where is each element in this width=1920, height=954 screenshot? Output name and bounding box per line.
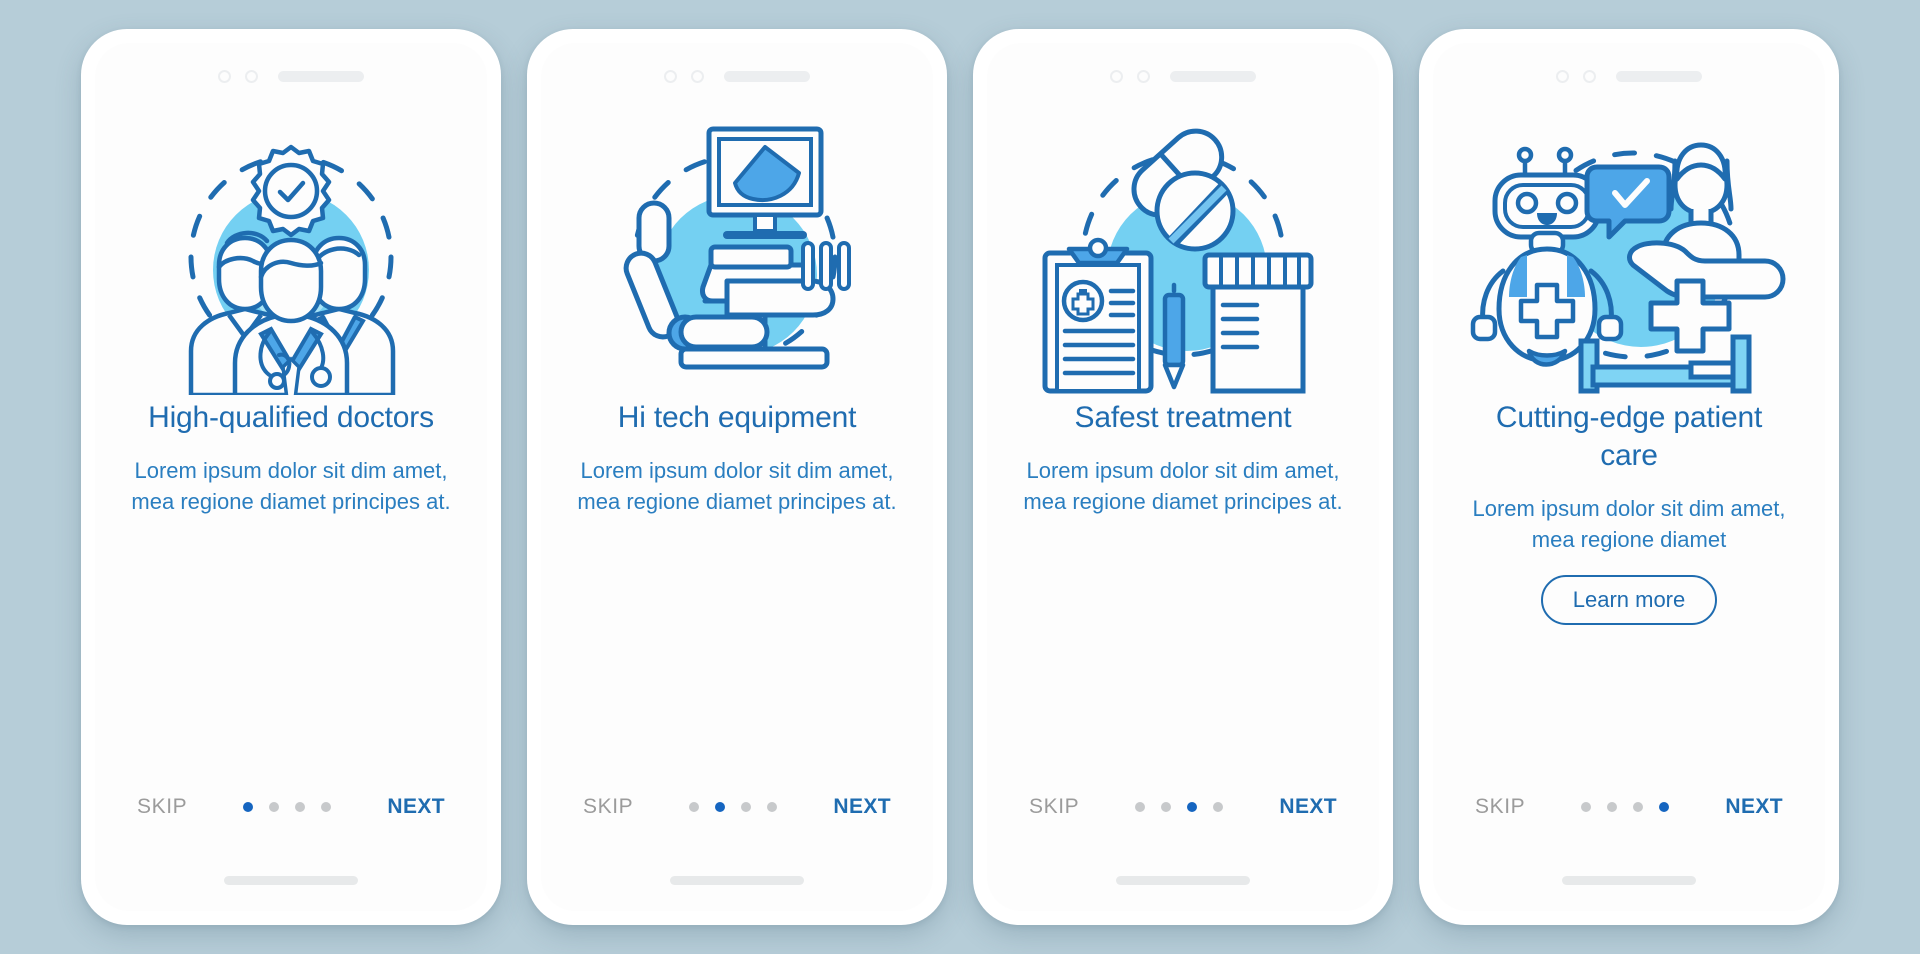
skip-button[interactable]: SKIP <box>1029 795 1079 819</box>
phone-mockup-3: Safest treatment Lorem ipsum dolor sit d… <box>973 29 1393 925</box>
text-block-4: Cutting-edge patient care Lorem ipsum do… <box>1464 399 1794 625</box>
pagination-dot-4[interactable] <box>321 802 332 812</box>
skip-button[interactable]: SKIP <box>1475 795 1525 819</box>
page-description: Lorem ipsum dolor sit dim amet, mea regi… <box>1023 458 1343 514</box>
page-title: Cutting-edge patient care <box>1495 401 1763 472</box>
pagination-dot-3[interactable] <box>741 802 752 812</box>
screen-hi-tech-equipment: Hi tech equipment Lorem ipsum dolor sit … <box>541 43 933 911</box>
page-title: High-qualified doctors <box>148 401 434 434</box>
next-button[interactable]: NEXT <box>833 795 891 819</box>
home-indicator <box>1116 876 1250 885</box>
doctors-team-badge-illustration <box>131 105 451 395</box>
page-description: Lorem ipsum dolor sit dim amet, mea regi… <box>1472 496 1786 552</box>
phone-mockup-2: Hi tech equipment Lorem ipsum dolor sit … <box>527 29 947 925</box>
onboarding-screens-stage: High-qualified doctors Lorem ipsum dolor… <box>0 0 1920 954</box>
sensor-icon <box>245 69 258 83</box>
sensor-icon <box>1583 69 1596 83</box>
page-description: Lorem ipsum dolor sit dim amet, mea regi… <box>577 458 897 514</box>
phone-notch-row <box>664 69 810 83</box>
text-block-1: High-qualified doctors Lorem ipsum dolor… <box>126 399 456 517</box>
pagination-dot-3[interactable] <box>1187 802 1198 812</box>
sensor-icon <box>1137 69 1150 83</box>
screen-cutting-edge-patient-care: Cutting-edge patient care Lorem ipsum do… <box>1433 43 1825 911</box>
home-indicator <box>670 876 804 885</box>
pagination-dot-2[interactable] <box>1161 802 1172 812</box>
pagination-dot-4[interactable] <box>1659 802 1670 812</box>
pagination-dot-3[interactable] <box>1633 802 1644 812</box>
pagination-dots <box>1581 802 1670 812</box>
home-indicator <box>224 876 358 885</box>
pills-clipboard-prescription-illustration <box>1023 105 1343 395</box>
speaker-bar <box>1616 70 1702 82</box>
phone-notch-row <box>1556 69 1702 83</box>
phone-mockup-1: High-qualified doctors Lorem ipsum dolor… <box>81 29 501 925</box>
speaker-bar <box>724 70 810 82</box>
onboarding-nav-1: SKIP NEXT <box>95 795 487 819</box>
onboarding-nav-3: SKIP NEXT <box>987 795 1379 819</box>
pagination-dot-2[interactable] <box>1607 802 1618 812</box>
robot-nurse-care-illustration <box>1469 105 1789 395</box>
speaker-bar <box>278 70 364 82</box>
page-description: Lorem ipsum dolor sit dim amet, mea regi… <box>131 458 451 514</box>
pagination-dot-1[interactable] <box>689 802 700 812</box>
pagination-dot-4[interactable] <box>767 802 778 812</box>
sensor-icon <box>691 69 704 83</box>
onboarding-nav-4: SKIP NEXT <box>1433 795 1825 819</box>
home-indicator <box>1562 876 1696 885</box>
pagination-dot-3[interactable] <box>295 802 306 812</box>
pagination-dot-1[interactable] <box>1581 802 1592 812</box>
next-button[interactable]: NEXT <box>1279 795 1337 819</box>
screen-safest-treatment: Safest treatment Lorem ipsum dolor sit d… <box>987 43 1379 911</box>
pagination-dot-2[interactable] <box>269 802 280 812</box>
phone-notch-row <box>1110 69 1256 83</box>
pagination-dot-1[interactable] <box>1135 802 1146 812</box>
phone-mockup-4: Cutting-edge patient care Lorem ipsum do… <box>1419 29 1839 925</box>
text-block-3: Safest treatment Lorem ipsum dolor sit d… <box>1018 399 1348 517</box>
page-title: Safest treatment <box>1074 401 1292 434</box>
pagination-dot-1[interactable] <box>243 802 254 812</box>
pagination-dot-4[interactable] <box>1213 802 1224 812</box>
pagination-dots <box>1135 802 1224 812</box>
next-button[interactable]: NEXT <box>1725 795 1783 819</box>
skip-button[interactable]: SKIP <box>137 795 187 819</box>
speaker-bar <box>1170 70 1256 82</box>
camera-icon <box>218 69 231 83</box>
onboarding-nav-2: SKIP NEXT <box>541 795 933 819</box>
camera-icon <box>1110 69 1123 83</box>
camera-icon <box>1556 69 1569 83</box>
next-button[interactable]: NEXT <box>387 795 445 819</box>
camera-icon <box>664 69 677 83</box>
skip-button[interactable]: SKIP <box>583 795 633 819</box>
screen-high-qualified-doctors: High-qualified doctors Lorem ipsum dolor… <box>95 43 487 911</box>
text-block-2: Hi tech equipment Lorem ipsum dolor sit … <box>572 399 902 517</box>
learn-more-button[interactable]: Learn more <box>1540 575 1718 625</box>
page-title: Hi tech equipment <box>617 401 857 434</box>
pagination-dots <box>243 802 332 812</box>
medical-scanner-chair-illustration <box>577 105 897 395</box>
phone-notch-row <box>218 69 364 83</box>
pagination-dots <box>689 802 778 812</box>
pagination-dot-2[interactable] <box>715 802 726 812</box>
